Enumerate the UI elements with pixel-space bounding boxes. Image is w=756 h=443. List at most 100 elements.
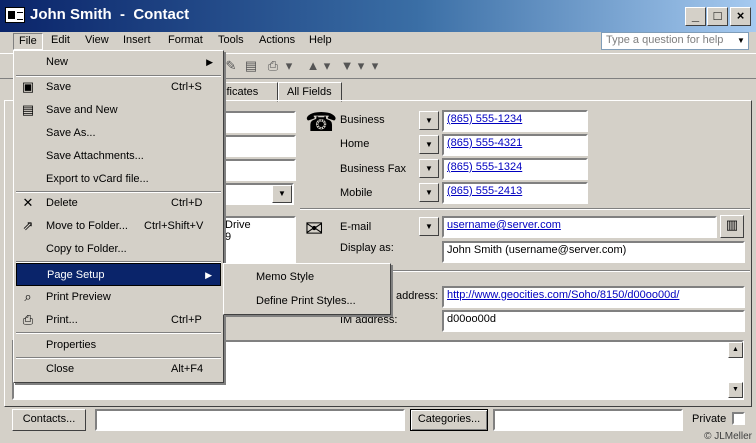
move-shortcut: Ctrl+Shift+V xyxy=(144,220,204,232)
business-fax-dropdown[interactable]: ▼ xyxy=(419,159,439,178)
email-dropdown[interactable]: ▼ xyxy=(419,217,439,236)
menu-item-print[interactable]: ⎙ Print... Ctrl+P xyxy=(16,309,221,332)
submenu-arrow-icon: ▶ xyxy=(206,57,213,67)
toolbar-options-icon[interactable]: ▾ xyxy=(370,57,380,75)
section-divider-2 xyxy=(390,270,750,272)
chevron-down-icon[interactable]: ▼ xyxy=(272,185,292,203)
business-fax-value[interactable]: (865) 555-1324 xyxy=(447,161,522,173)
menu-item-export-vcard[interactable]: Export to vCard file... xyxy=(16,168,221,191)
home-phone-dropdown[interactable]: ▼ xyxy=(419,135,439,154)
chevron-down-icon[interactable]: ▾ xyxy=(322,57,332,75)
page-setup-submenu: Memo Style Define Print Styles... xyxy=(223,263,391,315)
chevron-down-icon[interactable]: ▾ xyxy=(284,57,294,75)
company-field[interactable] xyxy=(220,159,296,181)
im-address-field[interactable]: d00oo00d xyxy=(442,310,745,332)
categories-field[interactable] xyxy=(493,409,683,431)
job-title-field[interactable] xyxy=(220,135,296,157)
print-icon[interactable]: ⎙ xyxy=(264,57,282,75)
private-label: Private xyxy=(692,413,727,425)
business-phone-dropdown[interactable]: ▼ xyxy=(419,111,439,130)
menu-item-close[interactable]: Close Alt+F4 xyxy=(16,358,221,381)
business-fax-field[interactable]: (865) 555-1324 xyxy=(442,158,588,180)
menu-item-save-as[interactable]: Save As... xyxy=(16,122,221,145)
scroll-down-icon[interactable]: ▼ xyxy=(728,382,743,398)
help-search-input[interactable]: Type a question for help ▼ xyxy=(601,32,749,50)
submenu-item-memo-style[interactable]: Memo Style xyxy=(226,265,388,289)
home-phone-value[interactable]: (865) 555-4321 xyxy=(447,137,522,149)
menu-item-copy-to-folder[interactable]: Copy to Folder... xyxy=(16,238,221,261)
menu-item-save-and-new-label: Save and New xyxy=(46,104,118,116)
menu-file[interactable]: File xyxy=(13,33,43,50)
mobile-phone-field[interactable]: (865) 555-2413 xyxy=(442,182,588,204)
menu-item-print-label: Print... xyxy=(46,314,78,326)
file-as-field[interactable]: ▼ xyxy=(220,183,294,205)
save-and-new-icon: ▤ xyxy=(21,102,35,117)
menu-item-page-setup-label: Page Setup xyxy=(47,269,105,281)
chevron-down-icon[interactable]: ▼ xyxy=(735,34,747,48)
menu-item-new-label: New xyxy=(46,56,69,68)
categories-button[interactable]: Categories... xyxy=(410,409,488,431)
menu-item-save-and-new[interactable]: ▤ Save and New xyxy=(16,99,221,122)
submenu-item-define-print-styles[interactable]: Define Print Styles... xyxy=(226,289,388,313)
menu-item-close-label: Close xyxy=(46,363,75,375)
chevron-down-icon[interactable]: ▾ xyxy=(356,57,366,75)
home-phone-label: Home xyxy=(340,138,370,150)
mobile-phone-dropdown[interactable]: ▼ xyxy=(419,183,439,202)
title-bar: John Smith - Contact _ □ × xyxy=(0,0,756,32)
next-item-icon[interactable]: ▼ xyxy=(338,57,356,75)
menu-item-save-attachments[interactable]: Save Attachments... xyxy=(16,145,221,168)
full-name-field[interactable] xyxy=(220,111,296,133)
email-field[interactable]: username@server.com xyxy=(442,216,717,238)
menu-help[interactable]: Help xyxy=(304,33,337,50)
menu-item-save[interactable]: ▣ Save Ctrl+S xyxy=(16,76,221,99)
close-button[interactable]: × xyxy=(730,7,751,26)
private-checkbox[interactable] xyxy=(732,412,745,425)
menu-item-save-attachments-label: Save Attachments... xyxy=(46,150,144,162)
menu-item-move-to-folder[interactable]: ⇗ Move to Folder... Ctrl+Shift+V xyxy=(16,215,221,238)
maximize-button[interactable]: □ xyxy=(707,7,728,26)
web-page-address-value[interactable]: http://www.geocities.com/Soho/8150/d00oo… xyxy=(447,289,679,301)
delete-x-icon: ✕ xyxy=(22,195,34,210)
menu-view[interactable]: View xyxy=(80,33,114,50)
address-book-icon[interactable]: ▥ xyxy=(720,215,744,238)
address-card-icon[interactable]: ▤ xyxy=(242,57,260,75)
business-phone-value[interactable]: (865) 555-1234 xyxy=(447,113,522,125)
move-to-folder-icon: ⇗ xyxy=(22,218,34,233)
tab-all-fields[interactable]: All Fields xyxy=(278,82,342,102)
web-page-address-field[interactable]: http://www.geocities.com/Soho/8150/d00oo… xyxy=(442,286,745,308)
menu-insert[interactable]: Insert xyxy=(118,33,156,50)
scroll-up-icon[interactable]: ▲ xyxy=(728,342,743,358)
web-page-address-label: address: xyxy=(396,290,439,302)
menu-item-print-preview[interactable]: ⌕ Print Preview xyxy=(16,286,221,309)
email-label: E-mail xyxy=(340,221,372,233)
file-menu: New ▶ ▣ Save Ctrl+S ▤ Save and New Save As..… xyxy=(13,50,224,383)
home-phone-field[interactable]: (865) 555-4321 xyxy=(442,134,588,156)
contacts-button[interactable]: Contacts... xyxy=(12,409,86,431)
mobile-phone-value[interactable]: (865) 555-2413 xyxy=(447,185,522,197)
im-address-label: IM address: xyxy=(340,314,398,326)
printer-icon: ⎙ xyxy=(22,312,34,327)
business-phone-field[interactable]: (865) 555-1234 xyxy=(442,110,588,132)
contacts-field[interactable] xyxy=(95,409,405,431)
menu-actions[interactable]: Actions xyxy=(254,33,300,50)
menu-item-move-to-folder-label: Move to Folder... xyxy=(46,220,128,232)
menu-item-new[interactable]: New ▶ xyxy=(16,51,221,74)
floppy-disk-icon: ▣ xyxy=(21,79,35,94)
minimize-button[interactable]: _ xyxy=(685,7,706,26)
menu-edit[interactable]: Edit xyxy=(46,33,75,50)
flag-icon[interactable]: ✎ xyxy=(222,57,240,75)
menu-tools[interactable]: Tools xyxy=(213,33,249,50)
email-value[interactable]: username@server.com xyxy=(447,219,561,231)
address-line-1: Drive xyxy=(225,219,251,231)
menu-item-delete[interactable]: ✕ Delete Ctrl+D xyxy=(16,192,221,215)
display-as-field[interactable]: John Smith (username@server.com) xyxy=(442,241,745,263)
menu-item-copy-to-folder-label: Copy to Folder... xyxy=(46,243,127,255)
contact-card-icon xyxy=(5,7,25,23)
previous-item-icon[interactable]: ▲ xyxy=(304,57,322,75)
menu-item-properties[interactable]: Properties xyxy=(16,334,221,357)
email-envelope-icon: ✉ xyxy=(305,216,324,241)
mobile-phone-label: Mobile xyxy=(340,187,373,199)
menu-item-page-setup[interactable]: Page Setup ▶ xyxy=(16,263,221,286)
menu-format[interactable]: Format xyxy=(163,33,208,50)
submenu-arrow-icon: ▶ xyxy=(205,270,212,280)
